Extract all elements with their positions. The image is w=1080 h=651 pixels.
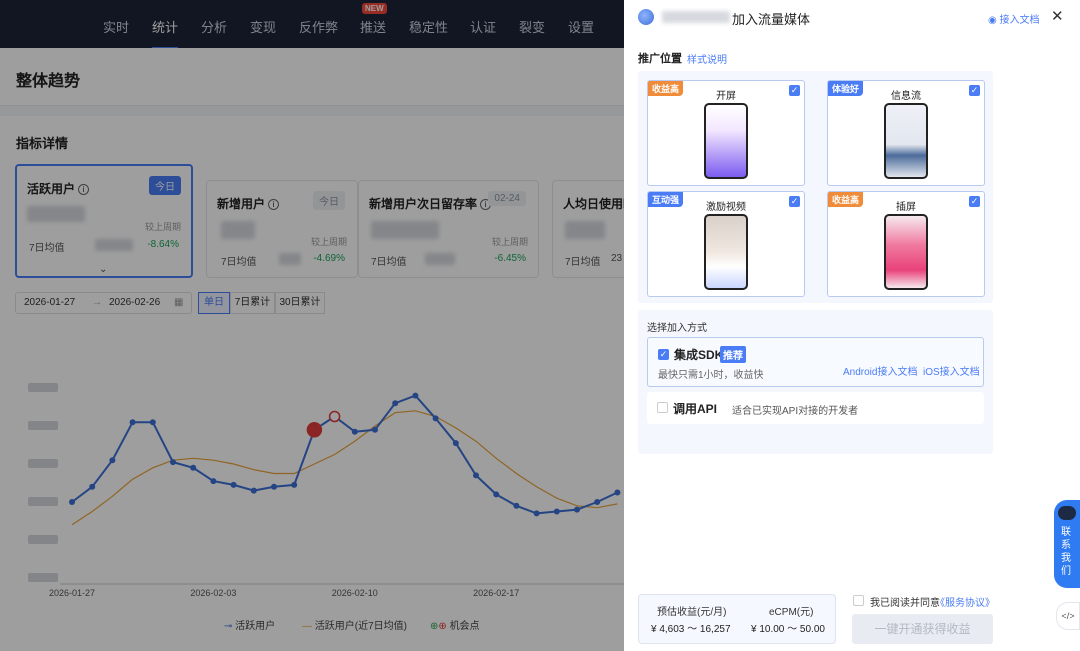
checkbox-checked-icon[interactable]: ✓ xyxy=(969,85,980,96)
phone-preview xyxy=(884,103,928,179)
agreement-link[interactable]: 《服务协议》 xyxy=(935,594,995,609)
contact-char: 我 xyxy=(1061,553,1071,564)
modal-overlay[interactable] xyxy=(0,0,624,651)
submit-button[interactable]: 一键开通获得收益 xyxy=(852,614,993,644)
checkbox-checked-icon[interactable]: ✓ xyxy=(789,196,800,207)
revenue-label: 预估收益(元/月) xyxy=(657,607,727,618)
phone-preview xyxy=(704,103,748,179)
doc-link[interactable]: ◉ 接入文档 xyxy=(988,11,1040,26)
estimate-box: 预估收益(元/月) ¥ 4,603 ～ 16,257 eCPM(元) ¥ 10.… xyxy=(638,594,836,644)
app-logo-icon xyxy=(638,9,654,25)
ecpm-label: eCPM(元) xyxy=(769,607,814,618)
checkbox-checked-icon[interactable]: ✓ xyxy=(658,349,669,360)
sdk-title: 集成SDK xyxy=(674,348,724,362)
position-label: 推广位置 xyxy=(638,53,682,65)
code-icon[interactable]: </> xyxy=(1056,602,1080,630)
method-label: 选择加入方式 xyxy=(647,323,707,334)
sdk-option[interactable]: ✓ 集成SDK 推荐 最快只需1小时，收益快 Android接入文档 iOS接入… xyxy=(647,337,984,387)
agree-text: 我已阅读并同意 xyxy=(870,598,940,609)
eye-icon: ◉ xyxy=(988,15,997,26)
position-label: 插屏 xyxy=(896,202,916,213)
position-interstitial[interactable]: 收益高 插屏 ✓ xyxy=(827,191,985,297)
agree-checkbox[interactable] xyxy=(853,595,864,606)
api-desc: 适合已实现API对接的开发者 xyxy=(732,406,859,417)
position-splash[interactable]: 收益高 开屏 ✓ xyxy=(647,80,805,186)
checkbox-unchecked-icon[interactable] xyxy=(657,402,668,413)
phone-preview xyxy=(704,214,748,290)
recommend-badge: 推荐 xyxy=(720,346,746,363)
ecpm-value: ¥ 10.00 ～ 50.00 xyxy=(751,624,825,635)
phone-preview xyxy=(884,214,928,290)
blurred-app-name xyxy=(662,11,730,23)
doc-link-label: 接入文档 xyxy=(999,15,1040,26)
api-title: 调用API xyxy=(673,402,718,416)
position-label: 信息流 xyxy=(891,91,921,102)
robot-icon xyxy=(1058,506,1076,520)
close-icon[interactable]: ✕ xyxy=(1051,7,1064,25)
style-link[interactable]: 样式说明 xyxy=(687,51,727,66)
panel-title: 加入流量媒体 xyxy=(732,12,811,27)
contact-char: 们 xyxy=(1061,566,1071,577)
contact-char: 系 xyxy=(1061,540,1071,551)
contact-us-widget[interactable]: 联 系 我 们 xyxy=(1054,500,1080,588)
position-reward-video[interactable]: 互动强 激励视频 ✓ xyxy=(647,191,805,297)
api-option[interactable]: 调用API 适合已实现API对接的开发者 xyxy=(647,392,984,424)
contact-char: 联 xyxy=(1061,527,1071,538)
ios-doc-link[interactable]: iOS接入文档 xyxy=(923,363,980,378)
checkbox-checked-icon[interactable]: ✓ xyxy=(789,85,800,96)
revenue-value: ¥ 4,603 ～ 16,257 xyxy=(651,624,731,635)
app-root: 实时 统计 分析 变现 反作弊 推送 NEW 稳定性 认证 裂变 设置 整体趋势… xyxy=(0,0,1080,651)
android-doc-link[interactable]: Android接入文档 xyxy=(843,363,917,378)
position-feed[interactable]: 体验好 信息流 ✓ xyxy=(827,80,985,186)
checkbox-checked-icon[interactable]: ✓ xyxy=(969,196,980,207)
position-label: 激励视频 xyxy=(706,202,746,213)
sdk-desc: 最快只需1小时，收益快 xyxy=(658,370,764,381)
position-label: 开屏 xyxy=(716,91,736,102)
